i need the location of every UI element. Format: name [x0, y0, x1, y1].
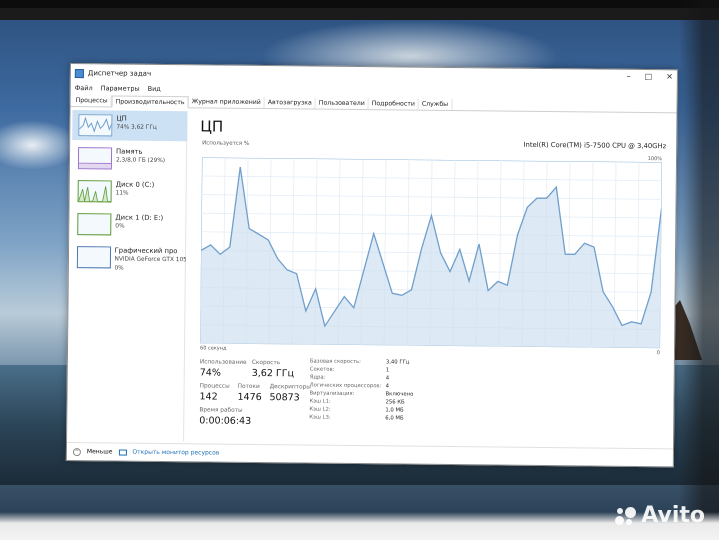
spec-value: 1,0 МБ	[385, 407, 404, 414]
uptime-value: 0:00:06:43	[199, 415, 252, 427]
close-button[interactable]: ✕	[666, 72, 673, 81]
minimize-button[interactable]: –	[627, 72, 631, 81]
handles-label: Дескрипторы	[269, 384, 311, 391]
tab-performance[interactable]: Производительность	[111, 95, 189, 109]
spec-label: Кэш L2:	[309, 406, 331, 413]
graph-zero-label: 0	[656, 350, 661, 357]
menu-options[interactable]: Параметры	[101, 84, 140, 92]
maximize-button[interactable]: □	[645, 72, 653, 81]
window-title: Диспетчер задач	[87, 69, 152, 78]
spec-value: 3,40 ГГц	[385, 359, 410, 366]
sidebar-item-disk0[interactable]: Диск 0 (C:) 11%	[72, 176, 187, 207]
sidebar-item-label: Диск 0 (C:)	[115, 180, 155, 189]
processes-value: 142	[199, 391, 218, 403]
monitor-bezel-right	[679, 0, 719, 540]
task-manager-icon	[74, 68, 84, 78]
spec-value: 6,0 МБ	[385, 415, 404, 422]
speed-value: 3,62 ГГц	[251, 367, 295, 380]
spec-label: Базовая скорость:	[309, 358, 361, 366]
threads-label: Потоки	[237, 383, 260, 391]
menu-view[interactable]: Вид	[148, 85, 161, 93]
processes-label: Процессы	[199, 383, 230, 390]
graph-time-label: 60 секунд	[199, 345, 227, 352]
disk0-thumbnail	[77, 180, 112, 203]
tab-users[interactable]: Пользователи	[315, 97, 369, 110]
sidebar-item-disk1[interactable]: Диск 1 (D: E:) 0%	[71, 209, 186, 240]
resource-monitor-icon	[118, 449, 127, 456]
speed-label: Скорость	[251, 359, 281, 367]
sidebar-item-value: 0%	[114, 265, 124, 272]
avito-text: Avito	[641, 503, 705, 528]
graph-y-label: Используется %	[202, 140, 250, 147]
spec-label: Кэш L3:	[309, 414, 331, 421]
spec-value: 256 КБ	[385, 399, 405, 406]
usage-label: Использование	[199, 359, 247, 366]
handles-value: 50873	[269, 392, 300, 404]
task-manager-window: Диспетчер задач – □ ✕ Файл Параметры Вид…	[65, 63, 678, 468]
spec-value: Включено	[385, 391, 414, 398]
sidebar-item-label: ЦП	[116, 114, 127, 123]
gpu-thumbnail	[76, 246, 111, 269]
monitor-bezel-bottom	[0, 512, 719, 540]
spec-label: Кэш L1:	[309, 398, 331, 405]
chevron-up-icon[interactable]: ^	[72, 447, 81, 456]
spec-value: 1	[385, 367, 390, 374]
avito-logo-icon	[613, 504, 637, 528]
sidebar-item-value: 0%	[115, 223, 125, 230]
tab-startup[interactable]: Автозагрузка	[264, 97, 316, 109]
open-resource-monitor-link[interactable]: Открыть монитор ресурсов	[132, 449, 219, 457]
cpu-thumbnail	[78, 114, 113, 137]
spec-value: 4	[385, 383, 390, 390]
tab-details[interactable]: Подробности	[368, 98, 419, 110]
spec-value: 4	[385, 375, 390, 382]
memory-thumbnail	[77, 147, 113, 170]
menu-file[interactable]: Файл	[75, 84, 93, 92]
sidebar-item-label: Диск 1 (D: E:)	[115, 213, 164, 222]
threads-value: 1476	[237, 391, 262, 404]
window-controls: – □ ✕	[627, 72, 673, 81]
tab-services[interactable]: Службы	[418, 98, 453, 111]
avito-watermark: Avito	[613, 503, 705, 528]
disk1-thumbnail	[77, 213, 112, 236]
sidebar-item-cpu[interactable]: ЦП 74% 3,62 ГГц	[72, 110, 188, 142]
cpu-panel: ЦП Intel(R) Core(TM) i5-7500 CPU @ 3,40G…	[189, 111, 672, 446]
resource-sidebar: ЦП 74% 3,62 ГГц Память 2,3/8,0 ГБ (29%) …	[69, 110, 188, 442]
tab-processes[interactable]: Процессы	[72, 95, 112, 107]
spec-label: Логических процессоров:	[309, 382, 382, 390]
page-title: ЦП	[200, 117, 224, 136]
sidebar-item-label: Память	[116, 147, 143, 156]
sidebar-item-gpu[interactable]: Графический про NVIDIA GeForce GTX 105 0…	[71, 242, 186, 277]
cpu-model: Intel(R) Core(TM) i5-7500 CPU @ 3,40GHz	[523, 140, 667, 151]
sidebar-item-value: 2,3/8,0 ГБ (29%)	[115, 157, 166, 164]
sidebar-item-memory[interactable]: Память 2,3/8,0 ГБ (29%)	[72, 143, 187, 174]
sidebar-item-value: 74% 3,62 ГГц	[116, 124, 157, 131]
tab-app-history[interactable]: Журнал приложений	[188, 96, 265, 109]
spec-label: Сокетов:	[309, 366, 335, 373]
monitor-bezel-edge	[0, 0, 719, 8]
spec-label: Ядра:	[309, 374, 326, 381]
uptime-label: Время работы	[199, 407, 243, 414]
cpu-usage-graph	[200, 157, 662, 349]
usage-value: 74%	[199, 367, 221, 379]
fewer-details-button[interactable]: Меньше	[87, 448, 113, 455]
spec-label: Виртуализация:	[309, 390, 355, 397]
sidebar-item-value: 11%	[115, 190, 129, 197]
